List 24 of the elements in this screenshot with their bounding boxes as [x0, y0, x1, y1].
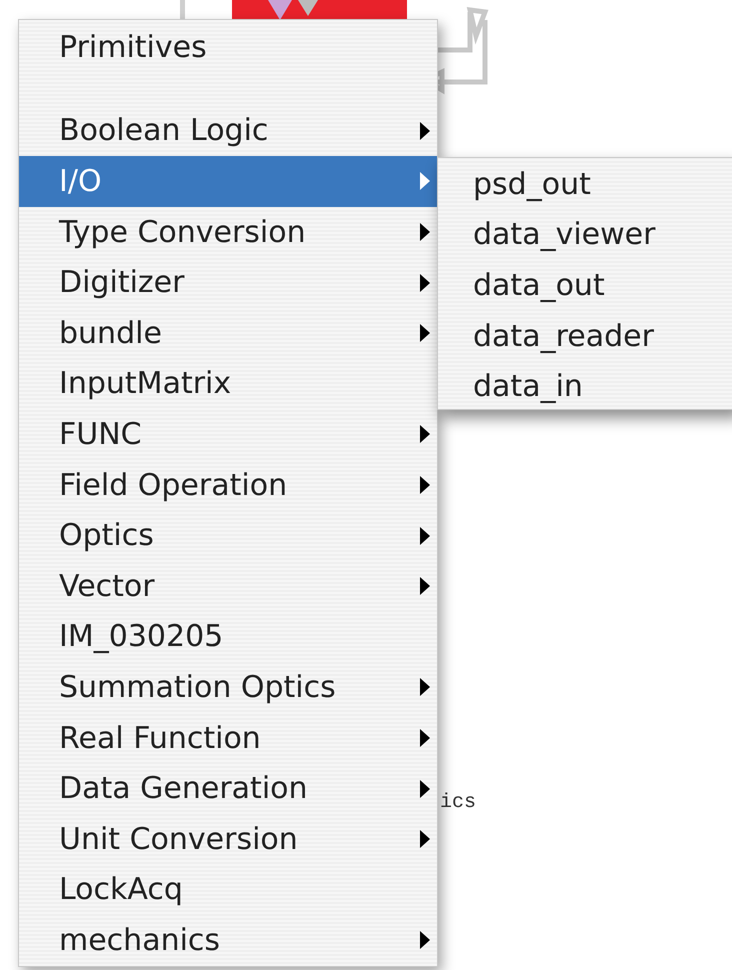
menu-item[interactable]: LockAcq: [19, 864, 437, 916]
menu-item[interactable]: bundle: [19, 308, 437, 359]
submenu-item[interactable]: psd_out: [438, 159, 732, 210]
menu-item[interactable]: Digitizer: [19, 257, 437, 308]
menu-item[interactable]: Summation Optics: [19, 662, 437, 713]
menu-item[interactable]: Unit Conversion: [19, 814, 437, 864]
menu-item[interactable]: Type Conversion: [19, 206, 437, 258]
menu-item[interactable]: Data Generation: [19, 763, 437, 814]
submenu-item[interactable]: data_reader: [438, 310, 732, 362]
menu-item[interactable]: Vector: [19, 560, 437, 612]
menu-item[interactable]: mechanics: [19, 915, 437, 966]
menu-item[interactable]: Primitives: [19, 22, 437, 73]
menu-item[interactable]: Boolean Logic: [19, 106, 437, 156]
menu-item[interactable]: Field Operation: [19, 460, 437, 510]
menu-item[interactable]: Optics: [19, 510, 437, 561]
submenu-item[interactable]: data_out: [438, 260, 732, 311]
submenu-item[interactable]: data_viewer: [438, 210, 732, 260]
menu-item[interactable]: I/O: [19, 156, 437, 207]
node-label: ics: [440, 790, 476, 816]
menu-item[interactable]: InputMatrix: [19, 358, 437, 410]
submenu-item[interactable]: data_in: [438, 361, 732, 412]
menu-item[interactable]: Real Function: [19, 712, 437, 764]
menu-item[interactable]: FUNC: [19, 409, 437, 460]
menu-item[interactable]: IM_030205: [19, 612, 437, 662]
